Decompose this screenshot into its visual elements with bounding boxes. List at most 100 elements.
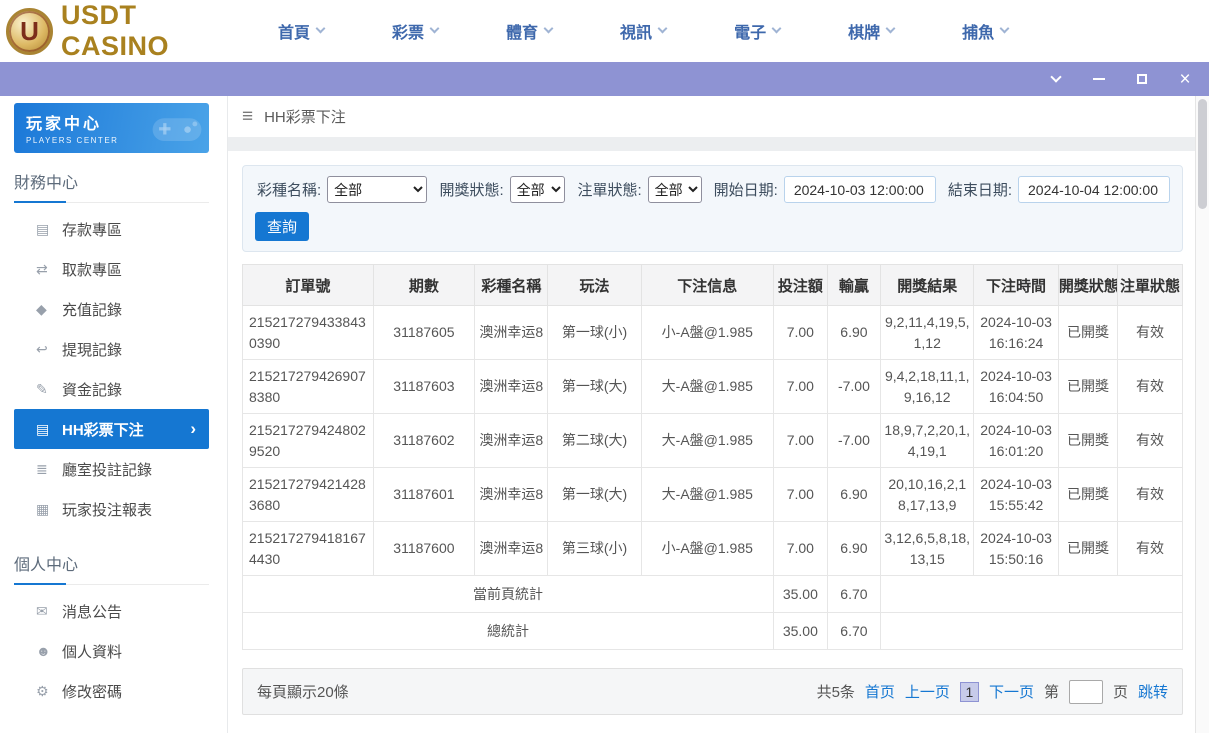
table-row: 215217279433843039031187605澳洲幸运8第一球(小)小-…	[243, 306, 1183, 360]
next-page-link[interactable]: 下一页	[989, 681, 1034, 702]
cell-lottery: 澳洲幸运8	[475, 306, 548, 360]
column-header: 注單狀態	[1118, 265, 1183, 306]
table-row: 215217279424802952031187602澳洲幸运8第二球(大)大-…	[243, 414, 1183, 468]
sidebar-item-label: 修改密碼	[62, 681, 122, 702]
jump-prefix-text: 第	[1044, 681, 1059, 702]
cell-bet-time: 2024-10-03 16:01:20	[974, 414, 1059, 468]
sidebar-item-profile[interactable]: ☻個人資料	[0, 631, 227, 671]
maximize-button[interactable]	[1134, 71, 1150, 87]
sidebar-item-player-bet-report[interactable]: ▦玩家投注報表	[0, 489, 227, 529]
player-bet-report-icon: ▦	[36, 501, 62, 518]
chevron-down-icon	[430, 24, 440, 34]
cell-bet-info: 大-A盤@1.985	[641, 414, 774, 468]
main-content: ≡ HH彩票下注 彩種名稱: 全部 開獎狀態: 全部 注單狀態: 全部 開始日期…	[228, 96, 1195, 733]
end-date-input[interactable]	[1018, 176, 1170, 203]
cell-order-no: 2152172794248029520	[243, 414, 374, 468]
sidebar-item-label: 消息公告	[62, 601, 122, 622]
sidebar-section-items: ▤存款專區⇄取款專區◆充值記錄↩提現記錄✎資金記錄▤HH彩票下注›≣廳室投註記錄…	[0, 203, 227, 535]
page-jump-input[interactable]	[1069, 680, 1103, 704]
sidebar-item-label: 玩家投注報表	[62, 499, 152, 520]
sidebar-item-withdrawal-records[interactable]: ↩提現記錄	[0, 329, 227, 369]
bet-status-filter-label: 注單狀態:	[577, 179, 641, 200]
close-button[interactable]: ×	[1177, 71, 1193, 87]
cell-period: 31187602	[373, 414, 475, 468]
chevron-down-icon	[658, 24, 668, 34]
column-header: 玩法	[548, 265, 641, 306]
nav-item-lottery[interactable]: 彩票	[358, 9, 472, 53]
cell-bet-time: 2024-10-03 15:50:16	[974, 522, 1059, 576]
table-row: 215217279421428368031187601澳洲幸运8第一球(大)大-…	[243, 468, 1183, 522]
sidebar-item-withdraw[interactable]: ⇄取款專區	[0, 249, 227, 289]
sidebar-section-items: ✉消息公告☻個人資料⚙修改密碼	[0, 585, 227, 717]
sidebar-menu: 財務中心▤存款專區⇄取款專區◆充值記錄↩提現記錄✎資金記錄▤HH彩票下注›≣廳室…	[0, 169, 227, 733]
start-date-input[interactable]	[784, 176, 936, 203]
cell-lottery: 澳洲幸运8	[475, 522, 548, 576]
column-header: 開獎結果	[881, 265, 974, 306]
filter-panel: 彩種名稱: 全部 開獎狀態: 全部 注單狀態: 全部 開始日期: 結束日期: 查…	[242, 165, 1183, 252]
top-header: U USDT CASINO 首頁彩票體育視訊 電子 棋牌捕魚	[0, 0, 1209, 62]
bets-table-body: 215217279433843039031187605澳洲幸运8第一球(小)小-…	[243, 306, 1183, 576]
table-footer: 每頁顯示20條 共5条 首页 上一页 1 下一页 第 页 跳转	[242, 668, 1183, 715]
page-summary-bet-total: 35.00	[774, 576, 828, 613]
cell-result: 3,12,6,5,8,18,13,15	[881, 522, 974, 576]
maximize-icon	[1137, 74, 1147, 84]
sidebar-item-hall-bet-records[interactable]: ≣廳室投註記錄	[0, 449, 227, 489]
page-summary-row: 當前頁統計 35.00 6.70	[243, 576, 1183, 613]
bets-table: 訂單號期數彩種名稱玩法下注信息投注額輸贏開獎結果下注時間開獎狀態注單狀態 215…	[242, 264, 1183, 650]
sidebar-item-funds-records[interactable]: ✎資金記錄	[0, 369, 227, 409]
sidebar-item-deposit[interactable]: ▤存款專區	[0, 209, 227, 249]
sidebar-section-finance: 財務中心	[14, 169, 209, 203]
menu-toggle-icon[interactable]: ≡	[242, 106, 253, 128]
nav-item-electronic[interactable]: 電子	[700, 9, 814, 53]
sidebar-item-announcements[interactable]: ✉消息公告	[0, 591, 227, 631]
cell-play: 第一球(小)	[548, 306, 641, 360]
cell-bet-time: 2024-10-03 16:16:24	[974, 306, 1059, 360]
lottery-select[interactable]: 全部	[327, 176, 427, 203]
sidebar-item-hh-lottery-bets[interactable]: ▤HH彩票下注›	[14, 409, 209, 449]
collapse-chevron-icon[interactable]	[1048, 71, 1064, 87]
sidebar-item-label: 提現記錄	[62, 339, 122, 360]
sidebar-item-change-password[interactable]: ⚙修改密碼	[0, 671, 227, 711]
bet-status-select[interactable]: 全部	[648, 176, 702, 203]
nav-item-board-games[interactable]: 棋牌	[814, 9, 928, 53]
prev-page-link[interactable]: 上一页	[905, 681, 950, 702]
logo[interactable]: U USDT CASINO	[0, 0, 244, 62]
nav-item-label: 電子	[734, 19, 766, 43]
deposit-icon: ▤	[36, 221, 62, 238]
sidebar-item-label: 充值記錄	[62, 299, 122, 320]
column-header: 輸贏	[827, 265, 881, 306]
nav-item-sports[interactable]: 體育	[472, 9, 586, 53]
first-page-link[interactable]: 首页	[865, 681, 895, 702]
cell-bet-amount: 7.00	[774, 360, 828, 414]
sidebar-item-recharge-records[interactable]: ◆充值記錄	[0, 289, 227, 329]
nav-item-fishing[interactable]: 捕魚	[928, 9, 1042, 53]
cell-bet-amount: 7.00	[774, 414, 828, 468]
cell-bet-time: 2024-10-03 15:55:42	[974, 468, 1059, 522]
withdraw-icon: ⇄	[36, 261, 62, 278]
main-nav: 首頁彩票體育視訊 電子 棋牌捕魚	[244, 9, 1042, 53]
column-header: 彩種名稱	[475, 265, 548, 306]
search-button[interactable]: 查詢	[255, 212, 309, 241]
chevron-down-icon	[772, 24, 782, 34]
current-page-indicator[interactable]: 1	[960, 682, 979, 702]
hall-bet-records-icon: ≣	[36, 461, 62, 478]
sidebar-item-label: 取款專區	[62, 259, 122, 280]
sidebar-item-label: 個人資料	[62, 641, 122, 662]
cell-play: 第一球(大)	[548, 468, 641, 522]
column-header: 期數	[373, 265, 475, 306]
scrollbar[interactable]	[1195, 96, 1209, 733]
cell-bet-info: 大-A盤@1.985	[641, 360, 774, 414]
cell-result: 9,4,2,18,11,1,9,16,12	[881, 360, 974, 414]
cell-win-loss: -7.00	[827, 360, 881, 414]
nav-item-video[interactable]: 視訊	[586, 9, 700, 53]
draw-status-select[interactable]: 全部	[510, 176, 566, 203]
cell-order-no: 2152172794214283680	[243, 468, 374, 522]
jump-button[interactable]: 跳转	[1138, 681, 1168, 702]
scrollbar-thumb[interactable]	[1198, 99, 1207, 209]
content-panel: 彩種名稱: 全部 開獎狀態: 全部 注單狀態: 全部 開始日期: 結束日期: 查…	[228, 151, 1195, 733]
nav-item-home[interactable]: 首頁	[244, 9, 358, 53]
minimize-button[interactable]	[1091, 71, 1107, 87]
cell-period: 31187600	[373, 522, 475, 576]
cell-bet-amount: 7.00	[774, 468, 828, 522]
per-page-text: 每頁顯示20條	[257, 681, 349, 702]
